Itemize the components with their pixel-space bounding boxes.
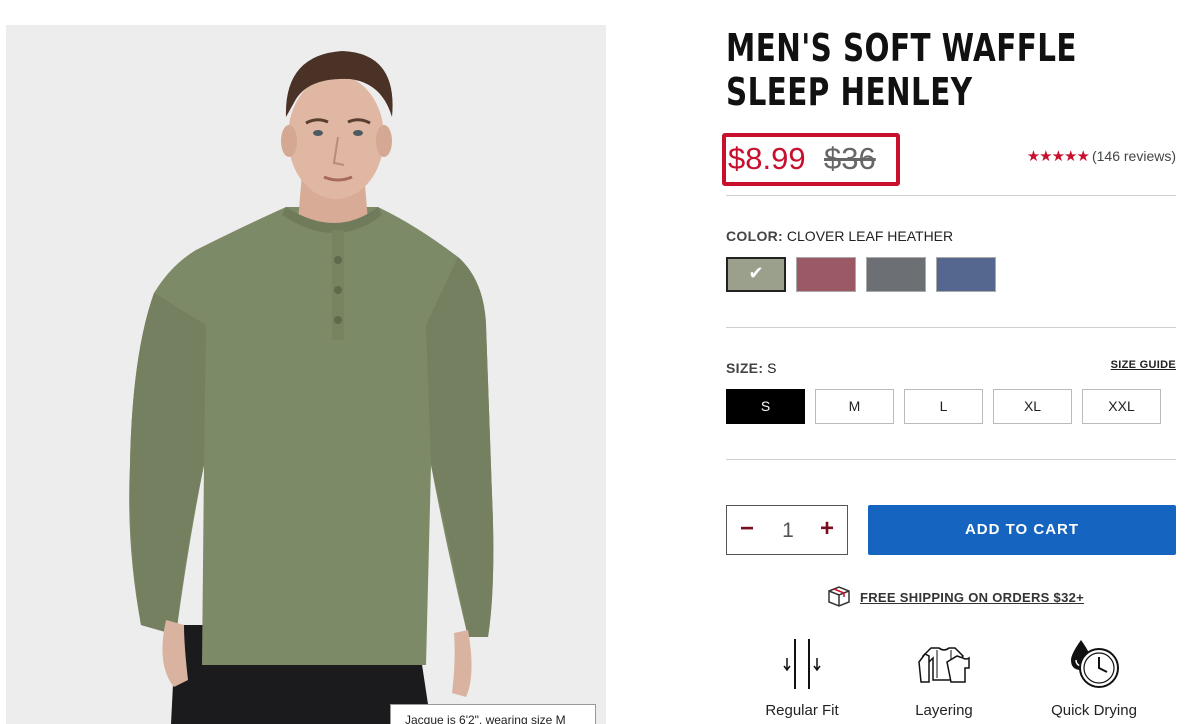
divider — [726, 327, 1176, 328]
feature-quick-drying: Quick Drying — [1046, 638, 1142, 719]
regular-fit-icon — [783, 639, 821, 689]
swatch-rose[interactable] — [796, 257, 856, 292]
divider — [726, 195, 1176, 196]
size-guide-link[interactable]: SIZE GUIDE — [1111, 359, 1176, 371]
star-rating-icon: ★★★★★ — [1026, 148, 1090, 165]
product-title: MEN'S SOFT WAFFLE SLEEP HENLEY — [726, 26, 1077, 114]
free-shipping-link[interactable]: FREE SHIPPING ON ORDERS $32+ — [860, 590, 1084, 605]
swatch-clover-leaf-heather[interactable]: ✔ — [726, 257, 786, 292]
feature-layering: Layering — [904, 638, 984, 719]
original-price: $36 — [824, 141, 876, 176]
size-option-xl[interactable]: XL — [993, 389, 1072, 424]
model-size-caption: Jacque is 6'2", wearing size M — [390, 704, 596, 724]
swatch-charcoal[interactable] — [866, 257, 926, 292]
size-option-l[interactable]: L — [904, 389, 983, 424]
decrease-quantity-button[interactable]: − — [733, 516, 761, 544]
increase-quantity-button[interactable]: + — [813, 516, 841, 544]
divider — [726, 459, 1176, 460]
size-option-xxl[interactable]: XXL — [1082, 389, 1161, 424]
quantity-input[interactable]: 1 — [767, 519, 809, 543]
product-image[interactable]: Jacque is 6'2", wearing size M — [6, 25, 606, 724]
check-icon: ✔ — [748, 263, 764, 283]
feature-label: Quick Drying — [1051, 702, 1137, 719]
review-count: (146 reviews) — [1091, 148, 1176, 164]
feature-label: Layering — [915, 702, 973, 719]
layering-icon — [918, 647, 970, 683]
model-photo — [129, 51, 494, 724]
feature-label: Regular Fit — [765, 702, 839, 719]
add-to-cart-button[interactable]: ADD TO CART — [868, 505, 1176, 555]
quantity-stepper: − 1 + — [726, 505, 848, 555]
feature-regular-fit: Regular Fit — [762, 638, 842, 719]
size-option-m[interactable]: M — [815, 389, 894, 424]
size-label: SIZE: — [726, 360, 764, 376]
selected-size: S — [767, 360, 777, 376]
box-icon — [828, 586, 850, 607]
product-rating[interactable]: ★★★★★ (146 reviews) — [1027, 147, 1176, 165]
size-label-row: SIZE: S — [726, 360, 777, 376]
color-label-row: COLOR: CLOVER LEAF HEATHER — [726, 228, 953, 244]
swatch-navy-blue[interactable] — [936, 257, 996, 292]
quick-drying-icon — [1071, 640, 1119, 688]
size-option-s[interactable]: S — [726, 389, 805, 424]
sale-price: $8.99 — [728, 141, 806, 176]
selected-color-name: CLOVER LEAF HEATHER — [786, 228, 954, 244]
color-label: COLOR: — [726, 228, 784, 244]
